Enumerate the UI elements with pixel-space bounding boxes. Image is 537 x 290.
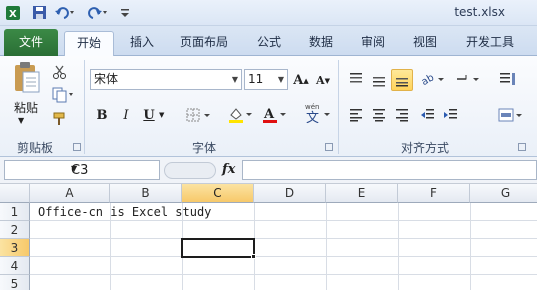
align-right-icon[interactable]	[392, 104, 412, 126]
align-bottom-button[interactable]	[391, 69, 413, 91]
bold-button[interactable]: B	[92, 104, 112, 126]
tab-review[interactable]: 审阅	[355, 31, 391, 56]
column-header-a[interactable]: A	[30, 184, 110, 203]
tab-formulas[interactable]: 公式	[251, 31, 287, 56]
merge-center-icon[interactable]	[496, 104, 526, 126]
wrap-text-icon[interactable]	[496, 68, 518, 90]
underline-dropdown-icon[interactable]: ▼	[159, 111, 164, 119]
formula-input[interactable]	[242, 160, 537, 180]
fill-color-icon[interactable]	[226, 104, 256, 126]
font-color-icon[interactable]: A	[260, 104, 290, 126]
phonetic-guide-icon[interactable]: wén 文	[302, 102, 332, 125]
font-name-combo[interactable]: 宋体 ▼	[90, 69, 242, 90]
decrease-indent-icon[interactable]	[418, 104, 438, 126]
orientation-icon[interactable]: ab	[418, 68, 448, 90]
svg-text:文: 文	[306, 111, 319, 125]
paste-icon[interactable]	[10, 60, 44, 96]
svg-text:X: X	[9, 9, 17, 20]
customize-toolbar-icon[interactable]	[118, 4, 132, 21]
ribbon-tabs: 文件 开始 插入 页面布局 公式 数据 审阅 视图 开发工具	[0, 26, 537, 57]
column-header-f[interactable]: F	[398, 184, 470, 203]
name-box[interactable]: C3 ▼	[4, 160, 160, 180]
window-title: test.xlsx	[454, 5, 505, 19]
save-icon[interactable]	[30, 4, 48, 21]
cut-icon[interactable]	[50, 62, 70, 82]
title-bar: X test.xlsx	[0, 0, 537, 26]
ribbon: 粘贴 ▼ 剪贴板 宋体 ▼ 11 ▼ A ▲ A ▼ B I U ▼ A wén 文 …	[0, 56, 537, 157]
tab-data[interactable]: 数据	[303, 31, 339, 56]
font-size-value: 11	[248, 72, 264, 86]
shrink-font-button[interactable]: A ▼	[314, 69, 332, 91]
column-header-e[interactable]: E	[326, 184, 398, 203]
copy-icon[interactable]	[50, 85, 76, 105]
tab-insert[interactable]: 插入	[124, 31, 160, 56]
formula-bar: C3 ▼ fx	[0, 157, 537, 184]
select-all-corner[interactable]	[0, 184, 30, 203]
tab-page-layout[interactable]: 页面布局	[173, 31, 235, 56]
svg-text:ab: ab	[420, 72, 436, 87]
cell-a1[interactable]: Office-cn is Excel study	[38, 205, 211, 219]
insert-function-icon[interactable]: fx	[222, 162, 235, 177]
svg-text:A: A	[263, 107, 275, 122]
worksheet-grid: A B C D E F G 1 2 3 4 5 Office-cn is Exc…	[0, 184, 537, 290]
align-top-icon[interactable]	[346, 68, 366, 90]
row-header-4[interactable]: 4	[0, 257, 30, 275]
alignment-group-label: 对齐方式	[401, 141, 450, 155]
underline-button[interactable]: U	[140, 104, 158, 126]
tab-view[interactable]: 视图	[407, 31, 443, 56]
column-header-c[interactable]: C	[182, 184, 254, 203]
grow-font-button[interactable]: A ▲	[292, 69, 310, 91]
undo-icon[interactable]	[53, 4, 77, 21]
paste-dropdown-icon[interactable]: ▼	[18, 116, 24, 125]
clipboard-group-label: 剪贴板	[17, 141, 54, 155]
tab-home[interactable]: 开始	[64, 31, 114, 57]
excel-logo-icon: X	[4, 4, 22, 21]
clipboard-launcher-icon[interactable]	[73, 143, 81, 151]
column-header-g[interactable]: G	[470, 184, 537, 203]
name-box-dropdown-icon[interactable]: ▼	[71, 164, 156, 173]
active-cell-c3[interactable]	[181, 238, 255, 258]
font-size-combo[interactable]: 11 ▼	[244, 69, 288, 90]
align-left-icon[interactable]	[346, 104, 366, 126]
fill-handle[interactable]	[251, 254, 256, 259]
formula-divider-handle[interactable]	[164, 162, 216, 179]
column-header-b[interactable]: B	[110, 184, 182, 203]
row-header-2[interactable]: 2	[0, 221, 30, 239]
tab-developer[interactable]: 开发工具	[459, 31, 521, 56]
text-direction-icon[interactable]	[453, 68, 483, 90]
column-header-d[interactable]: D	[254, 184, 326, 203]
alignment-launcher-icon[interactable]	[518, 143, 526, 151]
row-header-3[interactable]: 3	[0, 239, 30, 257]
increase-indent-icon[interactable]	[441, 104, 461, 126]
font-launcher-icon[interactable]	[325, 143, 333, 151]
align-middle-icon[interactable]	[369, 70, 389, 92]
font-name-value: 宋体	[94, 72, 119, 86]
svg-text:wén: wén	[305, 103, 319, 111]
align-center-icon[interactable]	[369, 104, 389, 126]
font-group-label: 字体	[192, 141, 217, 155]
font-name-dropdown-icon[interactable]: ▼	[232, 70, 238, 89]
row-header-1[interactable]: 1	[0, 203, 30, 221]
tab-file[interactable]: 文件	[4, 29, 58, 56]
paste-label[interactable]: 粘贴	[14, 99, 38, 116]
redo-icon[interactable]	[86, 4, 110, 21]
italic-button[interactable]: I	[116, 104, 136, 126]
format-painter-icon[interactable]	[50, 109, 70, 129]
font-size-dropdown-icon[interactable]: ▼	[278, 70, 284, 89]
row-header-5[interactable]: 5	[0, 275, 30, 290]
borders-icon[interactable]	[184, 104, 214, 126]
